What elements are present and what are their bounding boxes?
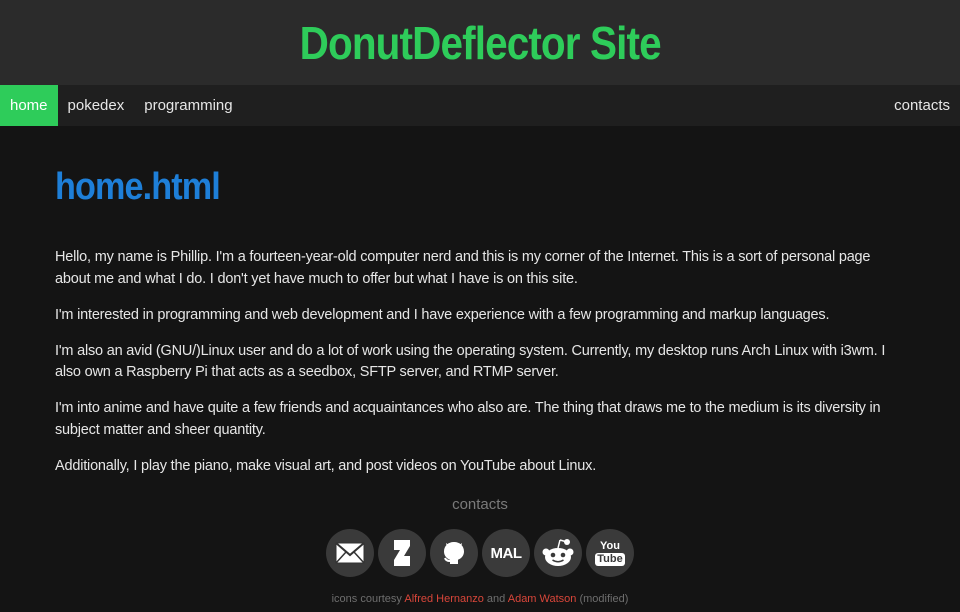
reddit-icon[interactable] [534,529,582,577]
contact-icons: MAL You Tube [0,529,960,577]
youtube-you-text: You [600,539,620,552]
credits-suffix: (modified) [579,593,629,605]
site-title: DonutDeflector Site [299,16,661,69]
icon-credits: icons courtesy Alfred Hernanzo and Adam … [0,593,960,605]
credits-and: and [486,593,506,605]
youtube-tube-text: Tube [595,552,625,566]
deviantart-icon[interactable] [378,529,426,577]
linux-paragraph: I'm also an avid (GNU/)Linux user and do… [55,342,886,381]
myanimelist-icon-text: MAL [490,544,523,562]
site-header: DonutDeflector Site [0,0,960,85]
nav-item-programming[interactable]: programming [134,85,242,126]
main-content: home.html Hello, my name is Phillip. I'm… [0,166,960,477]
hobbies-paragraph: Additionally, I play the piano, make vis… [55,457,597,474]
nav-right: contacts [884,85,960,126]
youtube-logo: You Tube [595,539,625,566]
anime-paragraph: I'm into anime and have quite a few frie… [55,400,881,438]
contacts-heading: contacts [452,496,508,513]
github-icon[interactable] [430,529,478,577]
credit-link-adam-watson[interactable]: Adam Watson [508,593,577,605]
nav-left: home pokedex programming [0,85,243,126]
nav-item-pokedex[interactable]: pokedex [58,85,135,126]
credits-prefix: icons courtesy [331,593,402,605]
nav-item-home[interactable]: home [0,85,58,126]
programming-paragraph: I'm interested in programming and web de… [55,306,830,323]
mail-icon[interactable] [326,529,374,577]
nav-item-contacts[interactable]: contacts [884,85,960,126]
intro-paragraph: Hello, my name is Phillip. I'm a fourtee… [55,249,871,287]
credit-link-alfred-hernanzo[interactable]: Alfred Hernanzo [404,593,484,605]
page-heading: home.html [55,166,221,208]
nav-bar: home pokedex programming contacts [0,85,960,126]
myanimelist-icon[interactable]: MAL [482,529,530,577]
youtube-icon[interactable]: You Tube [586,529,634,577]
